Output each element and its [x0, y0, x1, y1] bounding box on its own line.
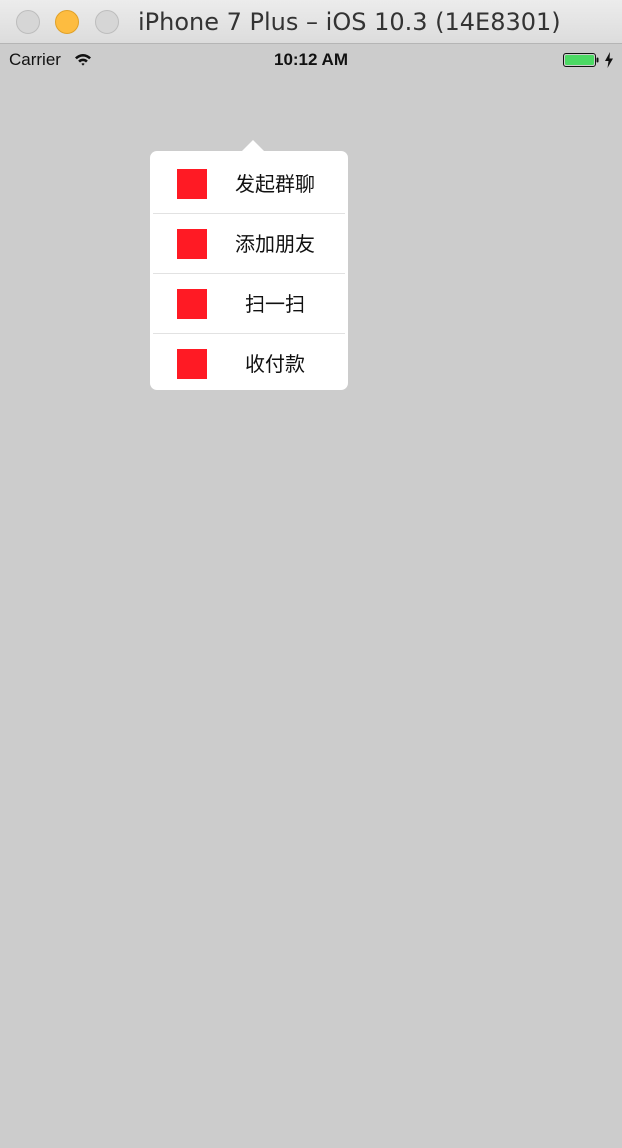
red-square-icon — [177, 229, 207, 259]
ios-status-bar: Carrier 10:12 AM — [0, 44, 622, 76]
menu-item-label: 扫一扫 — [245, 292, 305, 316]
simulator-window: iPhone 7 Plus – iOS 10.3 (14E8301) Carri… — [0, 0, 622, 1148]
zoom-window-button[interactable] — [95, 10, 119, 34]
popover-menu: 发起群聊 添加朋友 扫一扫 收付款 — [150, 151, 348, 390]
red-square-icon — [177, 169, 207, 199]
close-window-button[interactable] — [16, 10, 40, 34]
charging-bolt-icon — [605, 52, 613, 68]
menu-item-scan[interactable]: 扫一扫 — [150, 273, 348, 332]
menu-item-add-friend[interactable]: 添加朋友 — [150, 213, 348, 272]
menu-item-label: 收付款 — [245, 352, 305, 376]
menu-item-start-group-chat[interactable]: 发起群聊 — [150, 153, 348, 212]
window-title: iPhone 7 Plus – iOS 10.3 (14E8301) — [138, 8, 561, 36]
status-time: 10:12 AM — [273, 50, 348, 69]
red-square-icon — [177, 349, 207, 379]
window-titlebar[interactable]: iPhone 7 Plus – iOS 10.3 (14E8301) — [0, 0, 622, 44]
battery-icon — [563, 53, 599, 67]
minimize-window-button[interactable] — [55, 10, 79, 34]
red-square-icon — [177, 289, 207, 319]
menu-item-label: 发起群聊 — [235, 172, 315, 196]
menu-item-label: 添加朋友 — [235, 232, 315, 256]
menu-item-payment[interactable]: 收付款 — [150, 333, 348, 392]
